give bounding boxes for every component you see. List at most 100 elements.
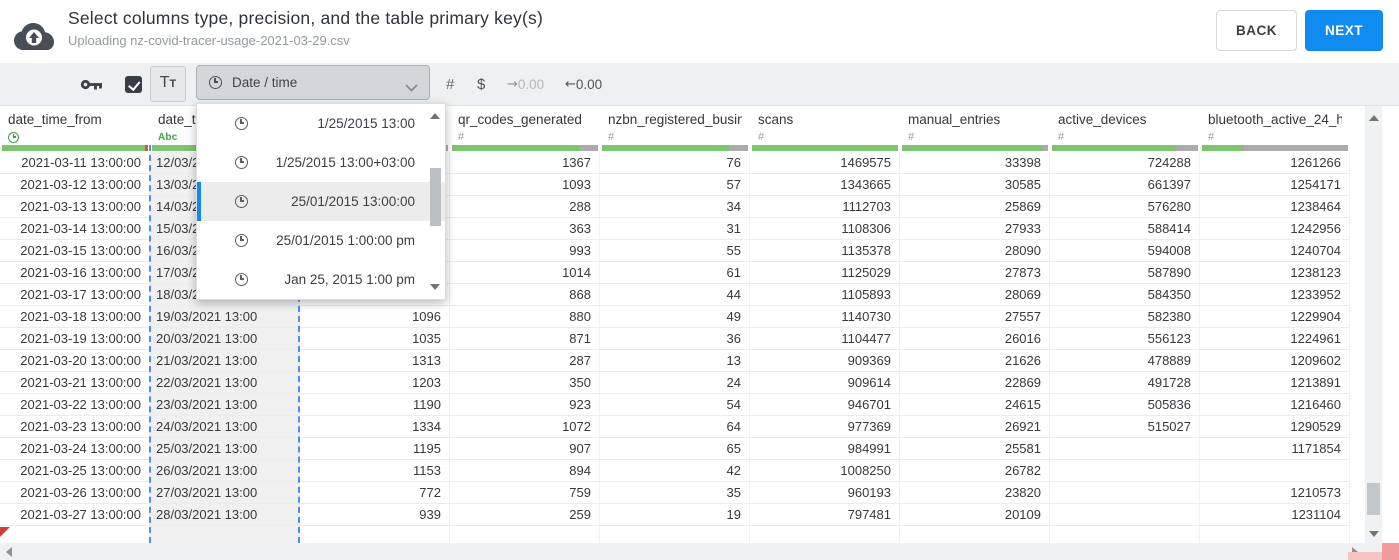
table-cell[interactable]	[1200, 460, 1350, 482]
table-cell[interactable]: 1238464	[1200, 196, 1350, 218]
table-cell[interactable]: 1105893	[750, 284, 900, 306]
table-cell[interactable]: 1233952	[1200, 284, 1350, 306]
scroll-down-icon[interactable]	[1368, 531, 1379, 537]
table-cell[interactable]: 939	[300, 504, 450, 526]
table-cell[interactable]: 55	[600, 240, 750, 262]
dropdown-option[interactable]: 1/25/2015 13:00	[197, 104, 445, 143]
dropdown-option[interactable]: 1/25/2015 13:00+03:00	[197, 143, 445, 182]
table-cell[interactable]: 505836	[1050, 394, 1200, 416]
increase-precision-button[interactable]: → 0.00	[507, 63, 544, 105]
table-cell[interactable]: 1153	[300, 460, 450, 482]
table-cell[interactable]: 288	[450, 196, 600, 218]
primary-key-icon[interactable]	[80, 78, 103, 96]
table-cell[interactable]: 1254171	[1200, 174, 1350, 196]
table-cell[interactable]: 772	[300, 482, 450, 504]
table-cell[interactable]: 797481	[750, 504, 900, 526]
table-cell[interactable]: 13	[600, 350, 750, 372]
table-cell[interactable]: 2021-03-18 13:00:00	[0, 306, 150, 328]
table-cell[interactable]: 1072	[450, 416, 600, 438]
table-cell[interactable]: 576280	[1050, 196, 1200, 218]
table-cell[interactable]: 25581	[900, 438, 1050, 460]
table-cell[interactable]	[1050, 438, 1200, 460]
table-cell[interactable]: 76	[600, 152, 750, 174]
table-cell[interactable]: 923	[450, 394, 600, 416]
table-cell[interactable]: 24	[600, 372, 750, 394]
column-header[interactable]: active_devices #	[1050, 105, 1200, 152]
scrollbar-thumb[interactable]	[1367, 483, 1380, 515]
table-cell[interactable]: 587890	[1050, 262, 1200, 284]
table-cell[interactable]: 594008	[1050, 240, 1200, 262]
table-cell[interactable]: 1190	[300, 394, 450, 416]
table-cell[interactable]: 491728	[1050, 372, 1200, 394]
table-cell[interactable]: 30585	[900, 174, 1050, 196]
table-cell[interactable]: 1140730	[750, 306, 900, 328]
table-cell[interactable]: 2021-03-22 13:00:00	[0, 394, 150, 416]
table-cell[interactable]: 22/03/2021 13:00	[150, 372, 300, 394]
table-cell[interactable]: 26921	[900, 416, 1050, 438]
table-cell[interactable]: 2021-03-27 13:00:00	[0, 504, 150, 526]
table-cell[interactable]: 1135378	[750, 240, 900, 262]
dropdown-option[interactable]: Jan 25, 2015 1:00 pm	[197, 260, 445, 299]
table-cell[interactable]: 2021-03-23 13:00:00	[0, 416, 150, 438]
table-cell[interactable]: 1008250	[750, 460, 900, 482]
table-cell[interactable]: 28/03/2021 13:00	[150, 504, 300, 526]
table-cell[interactable]	[1050, 482, 1200, 504]
table-cell[interactable]: 1290529	[1200, 416, 1350, 438]
table-cell[interactable]: 25869	[900, 196, 1050, 218]
table-cell[interactable]: 1334	[300, 416, 450, 438]
table-cell[interactable]: 27557	[900, 306, 1050, 328]
table-cell[interactable]: 1209602	[1200, 350, 1350, 372]
table-cell[interactable]: 2021-03-21 13:00:00	[0, 372, 150, 394]
table-cell[interactable]: 724288	[1050, 152, 1200, 174]
table-cell[interactable]: 44	[600, 284, 750, 306]
table-cell[interactable]: 20/03/2021 13:00	[150, 328, 300, 350]
table-cell[interactable]: 64	[600, 416, 750, 438]
table-cell[interactable]: 909614	[750, 372, 900, 394]
dropdown-option[interactable]: 25/01/2015 1:00:00 pm	[197, 221, 445, 260]
table-cell[interactable]: 1238123	[1200, 262, 1350, 284]
table-cell[interactable]: 24615	[900, 394, 1050, 416]
table-cell[interactable]: 36	[600, 328, 750, 350]
table-cell[interactable]: 582380	[1050, 306, 1200, 328]
table-cell[interactable]: 1224961	[1200, 328, 1350, 350]
table-cell[interactable]: 26782	[900, 460, 1050, 482]
table-cell[interactable]: 33398	[900, 152, 1050, 174]
table-cell[interactable]: 1469575	[750, 152, 900, 174]
table-cell[interactable]: 1093	[450, 174, 600, 196]
table-cell[interactable]: 759	[450, 482, 600, 504]
table-cell[interactable]: 35	[600, 482, 750, 504]
table-cell[interactable]: 2021-03-26 13:00:00	[0, 482, 150, 504]
table-cell[interactable]	[1050, 460, 1200, 482]
table-cell[interactable]: 556123	[1050, 328, 1200, 350]
table-cell[interactable]: 946701	[750, 394, 900, 416]
table-cell[interactable]: 2021-03-17 13:00:00	[0, 284, 150, 306]
table-cell[interactable]: 515027	[1050, 416, 1200, 438]
table-cell[interactable]: 2021-03-19 13:00:00	[0, 328, 150, 350]
decrease-precision-button[interactable]: ← 0.00	[565, 63, 602, 105]
table-cell[interactable]: 1171854	[1200, 438, 1350, 460]
number-type-button[interactable]: #	[446, 63, 454, 105]
table-cell[interactable]: 588414	[1050, 218, 1200, 240]
table-cell[interactable]: 42	[600, 460, 750, 482]
column-header[interactable]: manual_entries #	[900, 105, 1050, 152]
table-cell[interactable]: 868	[450, 284, 600, 306]
table-cell[interactable]: 880	[450, 306, 600, 328]
table-cell[interactable]: 1096	[300, 306, 450, 328]
table-cell[interactable]: 478889	[1050, 350, 1200, 372]
next-button[interactable]: NEXT	[1305, 10, 1383, 51]
table-cell[interactable]: 2021-03-15 13:00:00	[0, 240, 150, 262]
table-cell[interactable]: 259	[450, 504, 600, 526]
table-cell[interactable]: 34	[600, 196, 750, 218]
column-header[interactable]: qr_codes_generated #	[450, 105, 600, 152]
include-column-checkbox[interactable]	[125, 76, 142, 93]
column-header[interactable]: scans #	[750, 105, 900, 152]
table-cell[interactable]: 28069	[900, 284, 1050, 306]
table-cell[interactable]: 1104477	[750, 328, 900, 350]
table-cell[interactable]: 21/03/2021 13:00	[150, 350, 300, 372]
table-cell[interactable]: 2021-03-20 13:00:00	[0, 350, 150, 372]
back-button[interactable]: BACK	[1216, 10, 1297, 51]
table-cell[interactable]: 1203	[300, 372, 450, 394]
table-cell[interactable]: 57	[600, 174, 750, 196]
table-cell[interactable]: 287	[450, 350, 600, 372]
table-cell[interactable]: 1213891	[1200, 372, 1350, 394]
